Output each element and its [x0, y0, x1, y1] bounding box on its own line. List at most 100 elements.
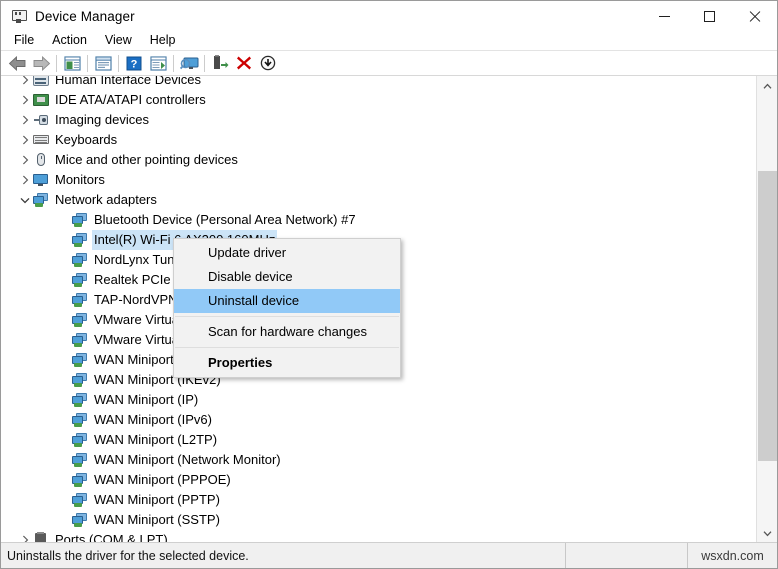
chevron-right-icon[interactable]: [17, 170, 33, 190]
context-menu-item[interactable]: Update driver: [174, 241, 400, 265]
tree-item-label: WAN Miniport (IPv6): [94, 412, 212, 427]
close-icon: [748, 10, 761, 23]
context-menu[interactable]: Update driver Disable device Uninstall dev…: [173, 238, 401, 378]
tree-item[interactable]: WAN Miniport (IP): [1, 390, 756, 410]
forward-button[interactable]: [29, 52, 53, 75]
context-menu-item[interactable]: Uninstall device: [174, 289, 400, 313]
tree-item[interactable]: Monitors: [1, 170, 756, 190]
status-secondary: [566, 543, 688, 568]
network-adapter-icon: [72, 272, 89, 288]
tree-item-label: WAN Miniport (L2TP): [94, 432, 218, 447]
ide-controller-icon: [33, 92, 50, 108]
minimize-icon: [659, 15, 670, 17]
chevron-right-icon[interactable]: [17, 130, 33, 150]
disable-device-button[interactable]: [256, 52, 280, 75]
device-manager-icon: [11, 8, 27, 24]
tree-item-label: IDE ATA/ATAPI controllers: [55, 92, 206, 107]
chevron-down-icon: [763, 530, 771, 536]
show-hide-console-tree-button[interactable]: [60, 52, 84, 75]
context-menu-separator: [175, 316, 399, 317]
minimize-button[interactable]: [642, 1, 687, 31]
scroll-down-button[interactable]: [757, 523, 777, 543]
chevron-right-icon[interactable]: [17, 90, 33, 110]
tree-item-label: Bluetooth Device (Personal Area Network)…: [94, 212, 356, 227]
tree-item[interactable]: WAN Miniport (IPv6): [1, 410, 756, 430]
scan-for-hardware-changes-button[interactable]: [177, 52, 201, 75]
properties-icon: [94, 55, 112, 71]
tree-item-label: Keyboards: [55, 132, 118, 147]
menu-view[interactable]: View: [96, 31, 141, 50]
tree-item[interactable]: Bluetooth Device (Personal Area Network)…: [1, 210, 756, 230]
menu-action[interactable]: Action: [43, 31, 96, 50]
maximize-button[interactable]: [687, 1, 732, 31]
context-menu-item[interactable]: Disable device: [174, 265, 400, 289]
network-adapter-icon: [72, 512, 89, 528]
tree-item-label: WAN Miniport (Network Monitor): [94, 452, 281, 467]
enable-device-button[interactable]: [208, 52, 232, 75]
toolbar-separator: [204, 54, 205, 72]
toolbar: ?: [1, 51, 777, 76]
vertical-scrollbar[interactable]: [756, 76, 777, 543]
keyboard-icon: [33, 132, 50, 148]
imaging-device-icon: [33, 112, 50, 128]
tree-item[interactable]: WAN Miniport (L2TP): [1, 430, 756, 450]
tree-item[interactable]: WAN Miniport (PPPOE): [1, 470, 756, 490]
scroll-up-button[interactable]: [757, 76, 777, 96]
network-adapter-icon: [72, 232, 89, 248]
help-button[interactable]: ?: [122, 52, 146, 75]
close-button[interactable]: [732, 1, 777, 31]
toolbar-separator: [87, 54, 88, 72]
update-driver-button[interactable]: [146, 52, 170, 75]
monitor-icon: [33, 172, 50, 188]
network-adapter-icon: [72, 492, 89, 508]
chevron-right-icon[interactable]: [17, 110, 33, 130]
network-adapter-icon: [72, 212, 89, 228]
menu-help[interactable]: Help: [141, 31, 185, 50]
tree-item[interactable]: IDE ATA/ATAPI controllers: [1, 90, 756, 110]
title-bar: Device Manager: [1, 1, 777, 31]
network-adapter-icon: [72, 432, 89, 448]
tree-item[interactable]: WAN Miniport (SSTP): [1, 510, 756, 530]
network-adapter-icon: [72, 452, 89, 468]
back-button[interactable]: [5, 52, 29, 75]
tree-item[interactable]: Human Interface Devices: [1, 76, 756, 90]
tree-item[interactable]: Imaging devices: [1, 110, 756, 130]
network-adapter-icon: [72, 352, 89, 368]
network-adapter-icon: [72, 472, 89, 488]
uninstall-device-icon: [237, 56, 251, 70]
context-menu-item[interactable]: Scan for hardware changes: [174, 320, 400, 344]
tree-item-label: WAN Miniport (SSTP): [94, 512, 220, 527]
context-menu-item[interactable]: Properties: [174, 351, 400, 375]
tree-item[interactable]: Network adapters: [1, 190, 756, 210]
forward-icon: [33, 55, 50, 71]
uninstall-device-button[interactable]: [232, 52, 256, 75]
network-adapter-icon: [72, 412, 89, 428]
enable-device-icon: [213, 55, 228, 69]
tree-item[interactable]: Keyboards: [1, 130, 756, 150]
network-adapter-icon: [33, 192, 50, 208]
chevron-right-icon[interactable]: [17, 150, 33, 170]
tree-item[interactable]: WAN Miniport (Network Monitor): [1, 450, 756, 470]
watermark-brand: wsxdn.com: [701, 548, 764, 563]
properties-button[interactable]: [91, 52, 115, 75]
tree-item[interactable]: WAN Miniport (PPTP): [1, 490, 756, 510]
tree-item-label: Mice and other pointing devices: [55, 152, 238, 167]
status-bar: Uninstalls the driver for the selected d…: [1, 542, 777, 568]
menu-file[interactable]: File: [5, 31, 43, 50]
hid-icon: [33, 76, 50, 88]
tree-item-label: Network adapters: [55, 192, 157, 207]
scrollbar-thumb[interactable]: [758, 171, 777, 461]
tree-item[interactable]: Mice and other pointing devices: [1, 150, 756, 170]
network-adapter-icon: [72, 312, 89, 328]
chevron-down-icon[interactable]: [17, 190, 33, 210]
chevron-right-icon[interactable]: [17, 76, 33, 90]
tree-item-label: Imaging devices: [55, 112, 149, 127]
